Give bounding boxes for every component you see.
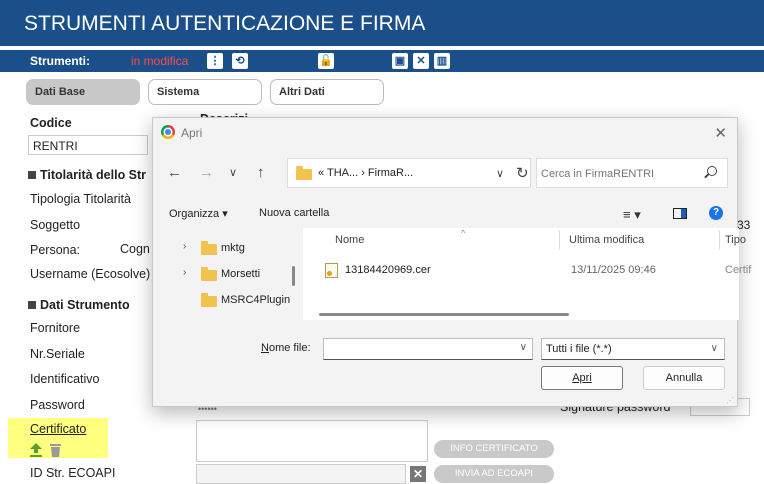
tab-sistema[interactable]: Sistema [148, 79, 262, 105]
soggetto-code: 33 [737, 218, 751, 232]
clear-id-button[interactable]: ✕ [410, 466, 426, 482]
certificate-file-icon [325, 263, 338, 278]
sort-caret-icon: ^ [461, 228, 466, 238]
chevron-down-icon[interactable]: ∨ [711, 343, 718, 354]
delete-icon[interactable]: ▥ [434, 53, 450, 69]
back-icon[interactable]: ← [167, 164, 182, 181]
password-label: Password [30, 398, 85, 412]
cognome-label: Cogn [120, 242, 150, 256]
filetype-select[interactable]: Tutti i file (*.*) ∨ [541, 338, 725, 360]
identificativo-label: Identificativo [30, 372, 100, 386]
folder-icon [296, 166, 312, 180]
view-options-icon[interactable]: ≡ ▾ [623, 207, 641, 223]
tree-item-msrc4plugin[interactable]: MSRC4Plugin [153, 290, 293, 312]
chrome-icon [161, 125, 175, 139]
file-modified: 13/11/2025 09:46 [571, 264, 656, 276]
dialog-title: Apri [181, 126, 203, 140]
certificato-box[interactable] [196, 420, 428, 462]
tree-item-label: Morsetti [221, 268, 261, 280]
filename-label: Nome file: [261, 342, 311, 354]
section-titolarita[interactable]: Titolarità dello Str [28, 168, 146, 182]
section-dati-strumento[interactable]: Dati Strumento [28, 298, 130, 312]
search-box[interactable] [536, 158, 728, 188]
navigation-pane: › mktg › Morsetti MSRC4Plugin [153, 228, 303, 320]
tab-altri-dati[interactable]: Altri Dati [270, 79, 384, 105]
recent-locations-icon[interactable]: ∨ [229, 166, 237, 179]
upload-icon[interactable] [30, 443, 42, 457]
navigation-bar: ← → ∨ ↑ « THA... › FirmaR... ∨ ↻ [153, 156, 737, 190]
certificato-label: Certificato [30, 422, 87, 436]
username-label: Username (Ecosolve) [30, 267, 151, 281]
close-icon[interactable]: ✕ [714, 124, 727, 142]
resize-grip-icon[interactable]: ⋰ [726, 396, 734, 405]
codice-field[interactable]: RENTRI [28, 135, 148, 155]
info-icon[interactable]: ⋮ [207, 53, 223, 69]
folder-icon [201, 293, 217, 307]
horizontal-scrollbar[interactable] [319, 313, 569, 316]
column-header-name[interactable]: Nome [335, 234, 364, 246]
chevron-right-icon[interactable]: › [183, 267, 186, 278]
tree-item-morsetti[interactable]: › Morsetti [153, 264, 293, 286]
tab-dati-base[interactable]: Dati Base [26, 79, 140, 105]
chevron-right-icon[interactable]: › [183, 241, 186, 252]
dialog-footer: Nome file: ∨ Tutti i file (*.*) ∨ Apri A… [153, 328, 737, 408]
search-input[interactable] [541, 164, 691, 184]
file-row[interactable]: 13184420969.cer 13/11/2025 09:46 Certif [319, 260, 751, 282]
fornitore-label: Fornitore [30, 321, 81, 335]
address-bar[interactable]: « THA... › FirmaR... ∨ ↻ [287, 158, 531, 188]
column-divider[interactable] [719, 230, 720, 250]
cancel-button[interactable]: Annulla [643, 366, 725, 390]
tipologia-label: Tipologia Titolarità [30, 192, 131, 206]
filename-input[interactable] [323, 338, 533, 360]
preview-pane-icon[interactable] [673, 208, 687, 219]
open-file-dialog: Apri ✕ ← → ∨ ↑ « THA... › FirmaR... ∨ ↻ … [152, 117, 751, 408]
info-certificato-button[interactable]: INFO CERTIFICATO [434, 440, 554, 458]
tree-item-label: mktg [221, 242, 245, 254]
file-list: ^ Nome Ultima modifica Tipo 13184420969.… [303, 228, 751, 320]
folder-icon [201, 241, 217, 255]
unlock-icon[interactable]: 🔓 [318, 53, 334, 69]
chevron-down-icon[interactable]: ∨ [496, 167, 504, 180]
file-name: 13184420969.cer [345, 264, 431, 276]
trash-icon[interactable] [50, 444, 61, 457]
file-type: Certif [725, 264, 752, 276]
toolbar: Strumenti: in modifica ⋮ ⟲ 🔓 ▣ ✕ ▥ [0, 50, 764, 72]
refresh-icon[interactable]: ⟲ [232, 53, 248, 69]
id-str-field[interactable] [196, 464, 406, 484]
filename-label-rest: ome file: [268, 342, 311, 354]
app-title: STRUMENTI AUTENTICAZIONE E FIRMA [0, 0, 764, 46]
nr-seriale-label: Nr.Seriale [30, 347, 85, 361]
id-str-label: ID Str. ECOAPI [30, 466, 116, 480]
filetype-value: Tutti i file (*.*) [546, 343, 612, 355]
search-icon[interactable] [707, 166, 717, 176]
save-icon[interactable]: ▣ [392, 53, 408, 69]
open-button-label: Apri [572, 372, 592, 384]
persona-label: Persona: [30, 243, 81, 257]
dialog-titlebar[interactable]: Apri ✕ [153, 118, 737, 148]
column-divider[interactable] [559, 230, 560, 250]
folder-icon [201, 267, 217, 281]
soggetto-label: Soggetto [30, 218, 81, 232]
invia-ecoapi-button[interactable]: INVIA AD ECOAPI [434, 465, 554, 483]
organize-menu[interactable]: Organizza ▾ [169, 207, 228, 220]
new-folder-button[interactable]: Nuova cartella [259, 207, 329, 219]
toolbar-label: Strumenti: [30, 54, 90, 68]
up-folder-icon[interactable]: ↑ [257, 164, 265, 181]
breadcrumb[interactable]: « THA... › FirmaR... [318, 167, 413, 179]
cancel-icon[interactable]: ✕ [413, 53, 429, 69]
tree-item-mktg[interactable]: › mktg [153, 238, 293, 260]
tree-item-label: MSRC4Plugin [221, 294, 291, 306]
navigation-scrollbar[interactable] [292, 266, 295, 286]
forward-icon[interactable]: → [199, 164, 214, 181]
open-button[interactable]: Apri [541, 366, 623, 390]
refresh-icon[interactable]: ↻ [516, 164, 529, 182]
codice-label: Codice [30, 116, 72, 130]
column-header-modified[interactable]: Ultima modifica [569, 234, 644, 246]
edit-mode-indicator: in modifica [131, 54, 189, 68]
help-icon[interactable]: ? [709, 206, 723, 220]
column-header-type[interactable]: Tipo [725, 234, 746, 246]
command-bar: Organizza ▾ Nuova cartella ≡ ▾ ? [153, 202, 737, 226]
